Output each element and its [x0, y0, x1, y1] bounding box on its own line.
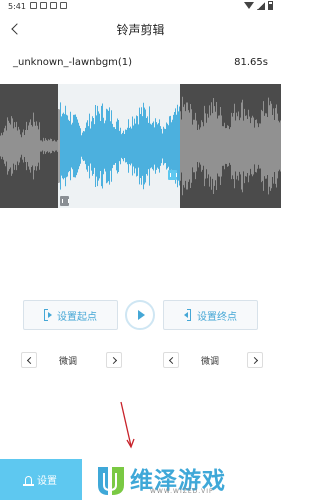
watermark-logo	[98, 467, 124, 495]
annotation-arrow	[120, 401, 135, 449]
app-icon	[50, 2, 57, 9]
play-button[interactable]	[125, 300, 155, 330]
bell-icon	[23, 475, 34, 486]
settings-label: 设置	[37, 476, 57, 487]
file-duration: 81.65s	[234, 57, 268, 68]
end-handle[interactable]	[168, 170, 177, 180]
file-info: _unknown_-lawnbgm(1) 81.65s	[0, 55, 281, 75]
start-bracket-icon	[44, 309, 52, 321]
page-title: 铃声剪辑	[116, 23, 165, 37]
start-handle[interactable]	[60, 196, 69, 206]
fine-tune-row: 微调 微调	[0, 352, 281, 370]
header: 铃声剪辑	[0, 14, 281, 46]
watermark-subtext: WWW.WIZED.VIP	[150, 488, 214, 495]
wifi-icon	[244, 2, 254, 9]
settings-button[interactable]: 设置	[0, 459, 82, 500]
app-icon	[60, 2, 67, 9]
control-row: 设置起点 设置终点	[0, 300, 281, 334]
file-name: _unknown_-lawnbgm(1)	[13, 57, 133, 68]
waveform-graphic	[0, 96, 281, 196]
start-increase-button[interactable]	[106, 352, 122, 368]
end-decrease-button[interactable]	[163, 352, 179, 368]
notification-icons	[30, 2, 67, 9]
status-time: 5:41	[8, 2, 26, 11]
end-bracket-icon	[184, 309, 191, 321]
app-icon	[40, 2, 47, 9]
start-decrease-button[interactable]	[21, 352, 37, 368]
start-fine-tune-label: 微调	[58, 357, 77, 367]
set-start-button[interactable]: 设置起点	[23, 300, 118, 330]
set-end-label: 设置终点	[197, 311, 237, 323]
end-increase-button[interactable]	[247, 352, 263, 368]
signal-icon	[257, 1, 265, 10]
status-bar: 5:41	[0, 0, 281, 14]
watermark: 维泽游戏 WWW.WIZED.VIP	[92, 459, 281, 500]
set-end-button[interactable]: 设置终点	[163, 300, 258, 330]
end-fine-tune-label: 微调	[200, 357, 219, 367]
system-icons	[244, 1, 273, 10]
bottom-bar: 设置 维泽游戏 WWW.WIZED.VIP	[0, 459, 281, 500]
waveform[interactable]	[0, 84, 281, 208]
grid-icon	[30, 2, 37, 9]
battery-icon	[268, 1, 273, 10]
set-start-label: 设置起点	[57, 311, 97, 323]
